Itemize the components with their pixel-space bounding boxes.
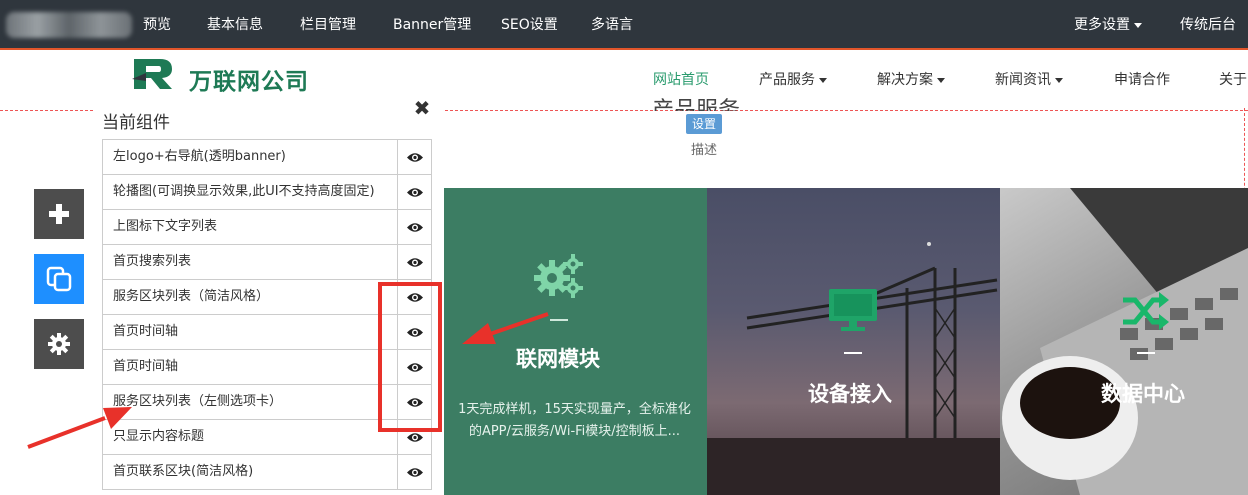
caret-down-icon bbox=[819, 77, 827, 83]
component-name: 轮播图(可调换显示效果,此UI不支持高度固定) bbox=[103, 175, 398, 209]
laptop-background-image bbox=[1002, 188, 1248, 495]
site-nav-news[interactable]: 新闻资讯 bbox=[995, 52, 1063, 108]
more-settings-label: 更多设置 bbox=[1074, 17, 1130, 33]
caret-down-icon bbox=[1134, 22, 1142, 28]
component-row[interactable]: 首页联系区块(简洁风格) bbox=[102, 455, 432, 490]
section-title: 产品服务 bbox=[652, 98, 741, 111]
plus-icon bbox=[49, 204, 69, 224]
site-nav-solutions[interactable]: 解决方案 bbox=[877, 52, 945, 108]
settings-tool-button[interactable] bbox=[34, 319, 84, 369]
monitor-icon bbox=[829, 289, 877, 331]
admin-top-bar: 预览 基本信息 栏目管理 Banner管理 SEO设置 多语言 更多设置 传统后… bbox=[0, 0, 1248, 50]
topbar-column-management[interactable]: 栏目管理 bbox=[300, 0, 356, 50]
caret-down-icon bbox=[937, 77, 945, 83]
add-component-button[interactable] bbox=[34, 189, 84, 239]
component-name: 只显示内容标题 bbox=[103, 420, 398, 454]
close-icon[interactable]: ✖ bbox=[412, 97, 432, 119]
section-settings-button[interactable]: 设置 bbox=[686, 114, 722, 134]
brand-logo-icon bbox=[132, 59, 172, 89]
component-row[interactable]: 上图标下文字列表 bbox=[102, 210, 432, 245]
eye-icon[interactable] bbox=[398, 140, 431, 174]
topbar-preview[interactable]: 预览 bbox=[143, 0, 171, 50]
card-description: 1天完成样机，15天实现量产，全标准化的APP/云服务/Wi-Fi模块/控制板上… bbox=[458, 402, 691, 439]
card-title: 联网模块 bbox=[516, 347, 600, 371]
blurred-logo bbox=[6, 12, 132, 38]
topbar-more-settings[interactable]: 更多设置 bbox=[1074, 0, 1142, 50]
section-description: 描述 bbox=[691, 143, 718, 158]
component-name: 服务区块列表（简洁风格） bbox=[103, 280, 398, 314]
caret-down-icon bbox=[1055, 77, 1063, 83]
site-nav-solutions-label: 解决方案 bbox=[877, 72, 933, 88]
copy-icon bbox=[46, 266, 72, 292]
site-nav-products-label: 产品服务 bbox=[759, 72, 815, 88]
site-nav-news-label: 新闻资讯 bbox=[995, 72, 1051, 88]
topbar-seo-settings[interactable]: SEO设置 bbox=[501, 0, 558, 50]
card-title: 设备接入 bbox=[808, 382, 892, 406]
site-nav-about[interactable]: 关于 bbox=[1219, 52, 1247, 108]
crane-background-image bbox=[707, 242, 1000, 495]
topbar-basic-info[interactable]: 基本信息 bbox=[207, 0, 263, 50]
component-list-button[interactable] bbox=[34, 254, 84, 304]
gears-icon bbox=[534, 254, 583, 298]
eye-icon[interactable] bbox=[398, 455, 431, 489]
topbar-multilanguage[interactable]: 多语言 bbox=[591, 0, 633, 50]
component-name: 首页时间轴 bbox=[103, 350, 398, 384]
site-nav-cooperation[interactable]: 申请合作 bbox=[1114, 52, 1170, 108]
eye-icon[interactable] bbox=[398, 175, 431, 209]
card-divider bbox=[550, 319, 568, 321]
service-card-data-center[interactable]: 数据中心 bbox=[1000, 188, 1248, 495]
site-nav-products[interactable]: 产品服务 bbox=[759, 52, 827, 108]
topbar-banner-management[interactable]: Banner管理 bbox=[393, 0, 471, 50]
eye-icon[interactable] bbox=[398, 245, 431, 279]
card-title: 数据中心 bbox=[1101, 382, 1185, 406]
component-name: 首页搜索列表 bbox=[103, 245, 398, 279]
shuffle-icon bbox=[1123, 292, 1169, 330]
component-row[interactable]: 左logo+右导航(透明banner) bbox=[102, 140, 432, 175]
topbar-legacy-admin[interactable]: 传统后台 bbox=[1180, 0, 1236, 50]
card-divider bbox=[844, 352, 862, 354]
eye-icon[interactable] bbox=[398, 210, 431, 244]
component-name: 上图标下文字列表 bbox=[103, 210, 398, 244]
component-name: 首页时间轴 bbox=[103, 315, 398, 349]
service-card-network-module[interactable]: 联网模块 1天完成样机，15天实现量产，全标准化的APP/云服务/Wi-Fi模块… bbox=[442, 188, 707, 495]
gear-icon bbox=[48, 333, 70, 355]
brand-name: 万联网公司 bbox=[189, 69, 309, 95]
card-divider bbox=[1137, 352, 1155, 354]
component-name: 左logo+右导航(透明banner) bbox=[103, 140, 398, 174]
component-name: 首页联系区块(简洁风格) bbox=[103, 455, 398, 489]
component-row[interactable]: 首页搜索列表 bbox=[102, 245, 432, 280]
highlight-box bbox=[378, 282, 442, 432]
component-row[interactable]: 轮播图(可调换显示效果,此UI不支持高度固定) bbox=[102, 175, 432, 210]
service-card-device-access[interactable]: 设备接入 bbox=[707, 188, 1000, 495]
component-name: 服务区块列表（左侧选项卡） bbox=[103, 385, 398, 419]
panel-title: 当前组件 bbox=[102, 113, 170, 133]
